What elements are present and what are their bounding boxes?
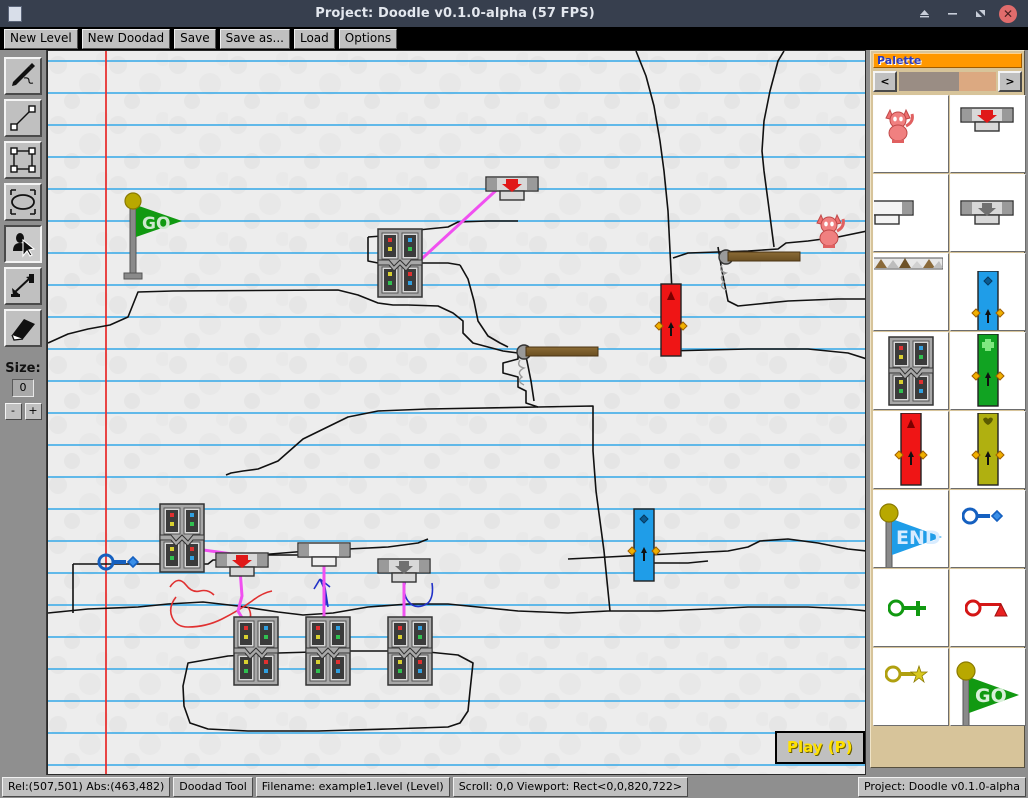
paper-background: GO bbox=[48, 51, 865, 774]
key-blue-icon bbox=[962, 507, 1004, 525]
palette-item-trapdoor-up[interactable] bbox=[873, 174, 949, 252]
status-active-tool: Doodad Tool bbox=[173, 776, 253, 797]
palette-item-start-flag[interactable]: GO bbox=[950, 648, 1026, 726]
trapdoor-down-icon bbox=[960, 107, 1014, 132]
save-button[interactable]: Save bbox=[174, 28, 216, 49]
link-arrow-icon bbox=[8, 271, 38, 301]
new-doodad-button[interactable]: New Doodad bbox=[81, 28, 171, 49]
palette-item-key-green[interactable] bbox=[873, 569, 949, 647]
palette-scroll-prev-button[interactable]: < bbox=[873, 71, 897, 92]
azulian-red-icon bbox=[885, 108, 914, 143]
trapdoor-arrow-down-icon bbox=[960, 200, 1014, 225]
doodad-state-block-4 bbox=[305, 616, 351, 686]
line-icon bbox=[8, 103, 38, 133]
palette-item-state-block[interactable] bbox=[873, 332, 949, 410]
status-viewport: Scroll: 0,0 Viewport: Rect<0,0,820,722> bbox=[452, 776, 689, 797]
palette-scroll-track[interactable] bbox=[899, 72, 996, 91]
palette-panel: Palette < > END GO bbox=[866, 50, 1028, 775]
palette-item-key-yellow[interactable] bbox=[873, 648, 949, 726]
ellipse-icon bbox=[8, 187, 38, 217]
pencil-icon bbox=[8, 61, 38, 91]
shade-button[interactable] bbox=[910, 0, 938, 27]
palette-item-trapdoor-down[interactable] bbox=[950, 95, 1026, 173]
palette-item-crumbly-floor[interactable] bbox=[873, 253, 949, 331]
palette-scrollbar[interactable]: < > bbox=[873, 71, 1022, 92]
menu-bar: New Level New Doodad Save Save as... Loa… bbox=[0, 27, 1028, 50]
options-button[interactable]: Options bbox=[338, 28, 398, 49]
palette-item-door-blue[interactable] bbox=[950, 253, 1026, 331]
doodad-state-block-1 bbox=[377, 228, 423, 298]
size-stepper: - + bbox=[0, 403, 46, 420]
line-tool[interactable] bbox=[4, 99, 42, 137]
palette-item-door-green[interactable] bbox=[950, 332, 1026, 410]
door-green-icon bbox=[971, 334, 1005, 407]
pencil-tool[interactable] bbox=[4, 57, 42, 95]
key-green-icon bbox=[888, 599, 926, 617]
palette-scroll-next-button[interactable]: > bbox=[998, 71, 1022, 92]
maximize-button[interactable] bbox=[966, 0, 994, 27]
doodad-state-block-3 bbox=[233, 616, 279, 686]
palette-item-key-blue[interactable] bbox=[950, 490, 1026, 568]
rectangle-tool[interactable] bbox=[4, 141, 42, 179]
minimize-button[interactable] bbox=[938, 0, 966, 27]
door-red-icon bbox=[894, 413, 928, 486]
new-level-button[interactable]: New Level bbox=[4, 28, 78, 49]
status-filename: Filename: example1.level (Level) bbox=[255, 776, 450, 797]
link-tool[interactable] bbox=[4, 267, 42, 305]
key-yellow-icon bbox=[885, 664, 929, 684]
palette-title: Palette bbox=[873, 53, 1022, 68]
load-button[interactable]: Load bbox=[293, 28, 335, 49]
window-title: Project: Doodle v0.1.0-alpha (57 FPS) bbox=[315, 6, 595, 21]
size-increment-button[interactable]: + bbox=[24, 403, 42, 420]
level-canvas[interactable]: GO Play (P) bbox=[47, 50, 866, 775]
svg-text:GO: GO bbox=[142, 214, 170, 234]
title-bar: Project: Doodle v0.1.0-alpha (57 FPS) ✕ bbox=[0, 0, 1028, 27]
window-controls: ✕ bbox=[910, 0, 1022, 27]
rectangle-icon bbox=[8, 145, 38, 175]
status-bar: Rel:(507,501) Abs:(463,482) Doodad Tool … bbox=[0, 775, 1028, 798]
ellipse-tool[interactable] bbox=[4, 183, 42, 221]
start-flag-icon: GO bbox=[956, 661, 1019, 725]
palette-item-azulian-red[interactable] bbox=[873, 95, 949, 173]
eraser-tool[interactable] bbox=[4, 309, 42, 347]
status-coordinates: Rel:(507,501) Abs:(463,482) bbox=[2, 776, 171, 797]
size-value: 0 bbox=[12, 379, 34, 397]
palette-item-end-flag[interactable]: END bbox=[873, 490, 949, 568]
palette-item-key-red[interactable] bbox=[950, 569, 1026, 647]
doodad-tool[interactable] bbox=[4, 225, 42, 263]
palette-item-door-yellow[interactable] bbox=[950, 411, 1026, 489]
size-decrement-button[interactable]: - bbox=[4, 403, 22, 420]
door-blue-icon bbox=[971, 271, 1005, 330]
end-flag-icon: END bbox=[879, 503, 942, 567]
play-button[interactable]: Play (P) bbox=[775, 731, 865, 764]
key-red-icon bbox=[965, 599, 1008, 617]
close-icon: ✕ bbox=[999, 4, 1017, 23]
door-yellow-icon bbox=[971, 413, 1005, 486]
palette-scroll-thumb[interactable] bbox=[899, 72, 960, 91]
crumbly-floor-icon bbox=[874, 257, 943, 270]
status-project: Project: Doodle v0.1.0-alpha bbox=[857, 776, 1026, 797]
eraser-icon bbox=[8, 313, 38, 343]
state-block-icon bbox=[888, 336, 934, 406]
palette-scroll-rest bbox=[959, 72, 996, 91]
doodad-state-block-2 bbox=[159, 503, 205, 573]
trapdoor-up-icon bbox=[874, 200, 914, 225]
palette-item-trapdoor-arrow-down[interactable] bbox=[950, 174, 1026, 252]
doodad-state-block-5 bbox=[387, 616, 433, 686]
palette-grid: END GO bbox=[873, 95, 1026, 726]
tool-palette: Size: 0 - + bbox=[0, 50, 47, 775]
svg-text:END: END bbox=[896, 527, 941, 549]
palette-item-door-red[interactable] bbox=[873, 411, 949, 489]
size-label: Size: bbox=[5, 361, 41, 376]
save-as-button[interactable]: Save as... bbox=[219, 28, 290, 49]
svg-text:GO: GO bbox=[975, 685, 1007, 707]
close-button[interactable]: ✕ bbox=[994, 0, 1022, 27]
actor-cursor-icon bbox=[8, 229, 38, 259]
